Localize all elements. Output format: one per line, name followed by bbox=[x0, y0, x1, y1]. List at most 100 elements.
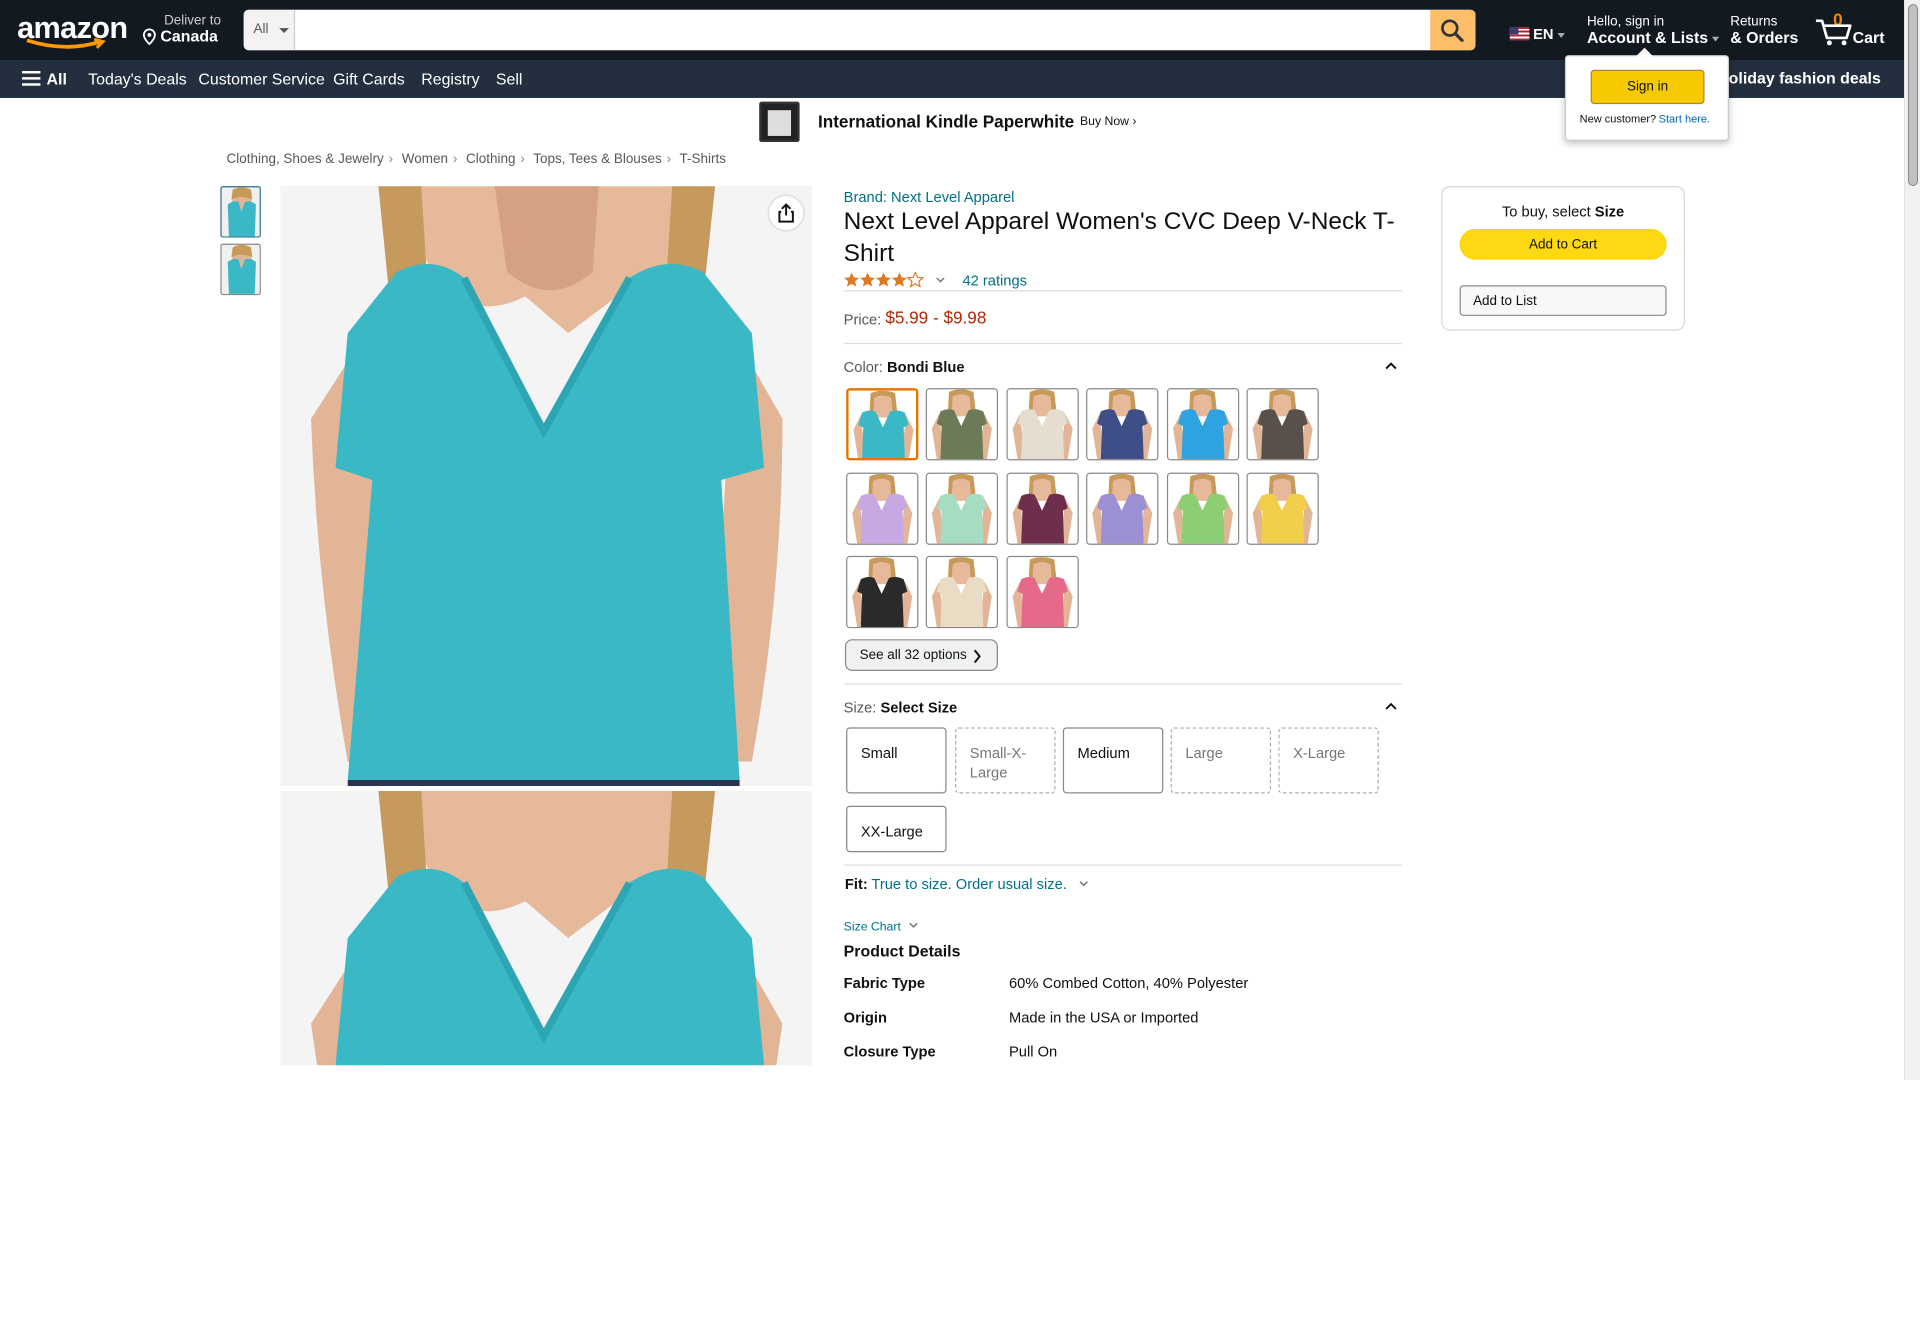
swatch-shirt-image bbox=[1167, 389, 1238, 460]
product-main-image[interactable] bbox=[280, 186, 812, 787]
fit-value-link[interactable]: True to size. Order usual size. bbox=[871, 876, 1066, 893]
account-label: Account & Lists bbox=[1586, 28, 1709, 47]
nav-item-todays-deals[interactable]: Today's Deals bbox=[88, 70, 187, 88]
swatch-shirt-image bbox=[1247, 389, 1318, 460]
vertical-scrollbar[interactable] bbox=[1904, 0, 1920, 1080]
color-swatch[interactable] bbox=[1086, 388, 1159, 461]
price-row: Price: $5.99 - $9.98 bbox=[844, 307, 987, 331]
language-label: EN bbox=[1533, 25, 1554, 43]
star-rating[interactable] bbox=[844, 271, 925, 292]
divider bbox=[843, 290, 1403, 292]
signin-button[interactable]: Sign in bbox=[1590, 69, 1705, 105]
account-lists[interactable]: Hello, sign in Account & Lists bbox=[1586, 15, 1720, 47]
banner-cta[interactable]: Buy Now › bbox=[1080, 115, 1136, 128]
all-menu-label: All bbox=[46, 69, 67, 89]
color-swatch[interactable] bbox=[926, 388, 999, 461]
all-menu-button[interactable]: All bbox=[22, 70, 67, 88]
breadcrumb-item[interactable]: Clothing, Shoes & Jewelry bbox=[227, 152, 384, 167]
add-to-list-button[interactable]: Add to List bbox=[1459, 285, 1667, 316]
nav-item-gift-cards[interactable]: Gift Cards bbox=[333, 70, 405, 88]
thumbnail[interactable] bbox=[220, 186, 261, 238]
swatch-shirt-image bbox=[847, 557, 918, 628]
color-swatch[interactable] bbox=[1006, 472, 1079, 545]
swatch-shirt-image bbox=[1167, 473, 1238, 544]
swatch-shirt-image bbox=[927, 473, 998, 544]
search-button[interactable] bbox=[1430, 9, 1476, 51]
color-swatch[interactable] bbox=[926, 472, 999, 545]
color-swatch[interactable] bbox=[1246, 388, 1319, 461]
banner-title: International Kindle Paperwhite bbox=[817, 111, 1075, 132]
see-all-options-button[interactable]: See all 32 options bbox=[844, 639, 998, 672]
cart-button[interactable]: 0 Cart bbox=[1815, 10, 1891, 52]
scrollbar-thumb[interactable] bbox=[1908, 4, 1918, 186]
kindle-banner[interactable]: International Kindle Paperwhite Buy Now … bbox=[759, 101, 1151, 144]
buy-box: To buy, select Size Add to Cart Add to L… bbox=[1441, 186, 1685, 331]
size-chart-link[interactable]: Size Chart bbox=[844, 921, 919, 934]
us-flag-icon bbox=[1509, 26, 1530, 41]
chevron-down-icon bbox=[909, 922, 919, 928]
size-option-medium[interactable]: Medium bbox=[1062, 727, 1164, 794]
size-option-small-x-large[interactable]: Small-X-Large bbox=[955, 727, 1056, 794]
chevron-down-icon bbox=[1711, 36, 1720, 42]
chevron-right-icon bbox=[973, 649, 981, 664]
size-option-x-large[interactable]: X-Large bbox=[1278, 727, 1379, 794]
detail-key: Fabric Type bbox=[843, 974, 926, 992]
color-swatch[interactable] bbox=[1246, 472, 1319, 545]
search-category-dropdown[interactable]: All bbox=[243, 9, 296, 51]
breadcrumb-item[interactable]: Tops, Tees & Blouses bbox=[533, 152, 662, 167]
star-rating-icon bbox=[844, 271, 924, 288]
detail-key: Origin bbox=[843, 1008, 887, 1027]
ratings-count-link[interactable]: 42 ratings bbox=[962, 272, 1027, 289]
breadcrumb-item[interactable]: T-Shirts bbox=[680, 152, 726, 167]
color-swatch[interactable] bbox=[1166, 472, 1239, 545]
thumbnail[interactable] bbox=[220, 243, 261, 296]
search-input[interactable] bbox=[296, 9, 1429, 51]
search-bar: All bbox=[243, 9, 1476, 51]
share-button[interactable] bbox=[768, 195, 804, 231]
chevron-up-icon[interactable] bbox=[1385, 360, 1397, 372]
size-option-small[interactable]: Small bbox=[846, 727, 947, 794]
product-photo-2 bbox=[280, 791, 812, 1066]
buy-box-prompt-bold: Size bbox=[1594, 203, 1625, 221]
size-label: Size: bbox=[843, 699, 877, 717]
color-swatch[interactable] bbox=[926, 556, 999, 629]
breadcrumb-item[interactable]: Women bbox=[402, 152, 448, 167]
chevron-up-icon[interactable] bbox=[1385, 700, 1397, 712]
size-option-xx-large[interactable]: XX-Large bbox=[846, 805, 947, 853]
chevron-right-icon: › bbox=[666, 151, 672, 167]
add-to-cart-button[interactable]: Add to Cart bbox=[1459, 228, 1667, 260]
language-selector[interactable]: EN bbox=[1509, 25, 1565, 43]
returns-orders[interactable]: Returns & Orders bbox=[1730, 15, 1798, 46]
deliver-to[interactable]: Deliver to Canada bbox=[142, 13, 221, 46]
color-swatch[interactable] bbox=[1006, 556, 1079, 629]
size-option-large[interactable]: Large bbox=[1170, 727, 1272, 794]
search-category-label: All bbox=[253, 22, 269, 37]
amazon-logo[interactable]: amazon bbox=[17, 12, 128, 51]
color-swatch[interactable] bbox=[846, 472, 919, 545]
color-swatch[interactable] bbox=[1086, 472, 1159, 545]
page: amazon Deliver to Canada All EN Hello, s… bbox=[0, 0, 1920, 1322]
chevron-down-icon[interactable] bbox=[936, 277, 946, 284]
breadcrumb-item[interactable]: Clothing bbox=[466, 152, 515, 167]
search-icon bbox=[1441, 19, 1464, 43]
detail-value: Made in the USA or Imported bbox=[1008, 1008, 1199, 1027]
swatch-shirt-image bbox=[1007, 557, 1078, 628]
header: amazon Deliver to Canada All EN Hello, s… bbox=[0, 0, 1920, 61]
swatch-shirt-image bbox=[927, 557, 998, 628]
nav-item-customer-service[interactable]: Customer Service bbox=[198, 70, 325, 88]
nav-item-sell[interactable]: Sell bbox=[496, 70, 523, 88]
divider bbox=[843, 683, 1403, 685]
color-swatch[interactable] bbox=[1166, 388, 1239, 461]
swatch-shirt-image bbox=[1007, 389, 1078, 460]
chevron-down-icon bbox=[1557, 33, 1565, 38]
brand-link[interactable]: Brand: Next Level Apparel bbox=[844, 189, 1015, 206]
nav-item-registry[interactable]: Registry bbox=[421, 70, 479, 88]
start-here-link[interactable]: Start here. bbox=[1659, 113, 1710, 125]
hamburger-icon bbox=[22, 71, 41, 86]
color-swatch[interactable] bbox=[846, 388, 919, 461]
buy-box-prompt-text: To buy, select bbox=[1501, 203, 1591, 221]
product-image-secondary[interactable] bbox=[280, 791, 812, 1066]
chevron-down-icon[interactable] bbox=[1078, 880, 1088, 887]
color-swatch[interactable] bbox=[846, 556, 919, 629]
color-swatch[interactable] bbox=[1006, 388, 1079, 461]
